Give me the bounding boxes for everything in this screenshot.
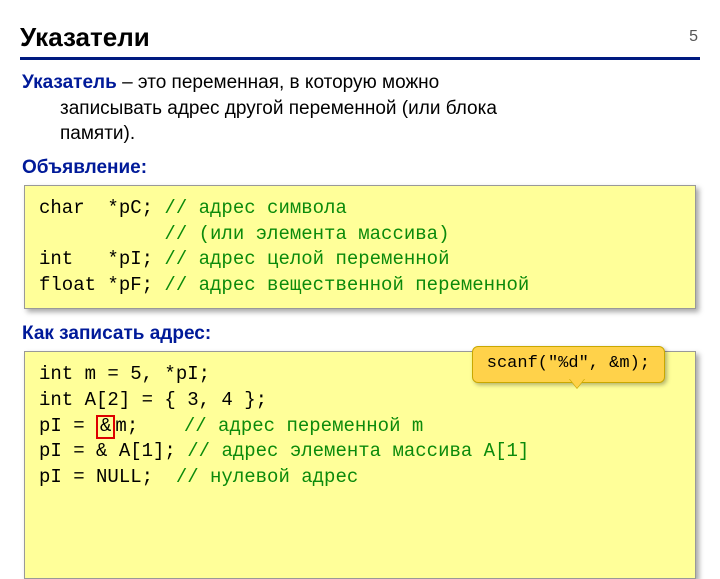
definition-term: Указатель	[22, 72, 117, 93]
code-block-declaration: char *pC; // адрес символа // (или элеме…	[24, 185, 696, 310]
code-comment: // адрес вещественной переменной	[164, 274, 529, 296]
code-text: float *pF;	[39, 274, 164, 296]
code-comment: // нулевой адрес	[176, 466, 358, 488]
section-declaration-heading: Объявление:	[22, 157, 698, 179]
code-text: pI = NULL;	[39, 466, 176, 488]
code-text: int *pI;	[39, 248, 164, 270]
definition-paragraph: Указатель – это переменная, в которую мо…	[22, 70, 698, 147]
code-text: pI =	[39, 415, 96, 437]
code-text	[39, 223, 164, 245]
definition-line2: записывать адрес другой переменной (или …	[22, 96, 698, 122]
section-address-heading: Как записать адрес:	[22, 323, 698, 345]
code-block-address: int m = 5, *pI; int A[2] = { 3, 4 }; pI …	[24, 351, 696, 578]
ampersand-highlight: &	[96, 415, 115, 439]
code-text: char *pC;	[39, 197, 164, 219]
code-text: int A[2] = { 3, 4 };	[39, 389, 267, 411]
definition-line1: – это переменная, в которую можно	[117, 72, 439, 93]
code-text: int m = 5, *pI;	[39, 363, 210, 385]
code-text: m;	[115, 415, 183, 437]
page-number: 5	[689, 28, 698, 46]
title-underline	[20, 57, 700, 60]
code-comment: // адрес символа	[164, 197, 346, 219]
callout-tail	[569, 378, 585, 388]
definition-line3: памяти).	[22, 121, 698, 147]
code-comment: // адрес элемента массива A[1]	[187, 440, 529, 462]
code-comment: // адрес целой переменной	[164, 248, 449, 270]
page-title: Указатели	[20, 22, 720, 53]
code-comment: // (или элемента массива)	[164, 223, 449, 245]
content-area: Указатель – это переменная, в которую мо…	[0, 70, 720, 579]
code-text: pI = & A[1];	[39, 440, 187, 462]
code-comment: // адрес переменной m	[184, 415, 423, 437]
